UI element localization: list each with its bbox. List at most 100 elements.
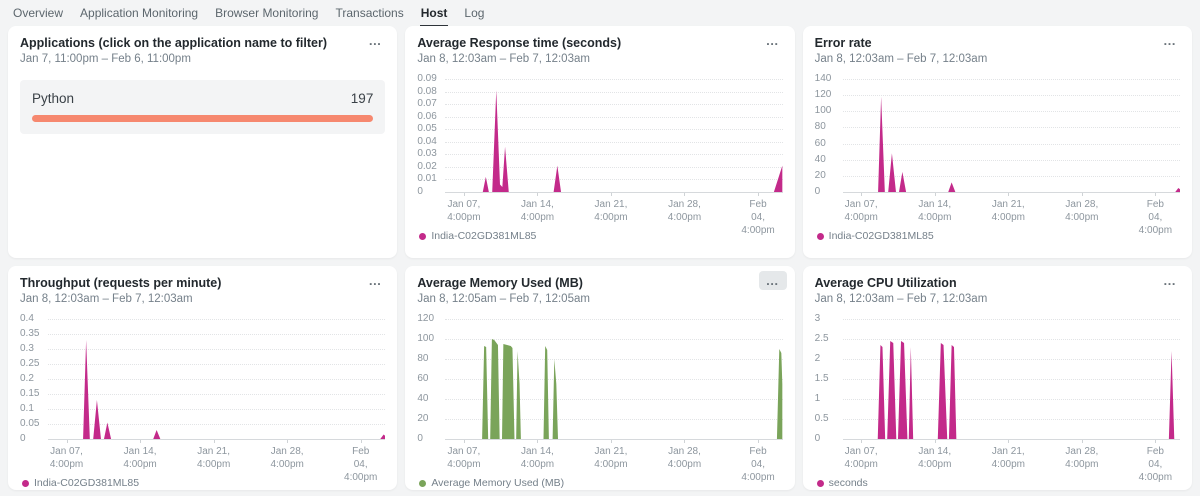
panel-title: Average CPU Utilization	[815, 276, 1180, 290]
legend: India-C02GD381ML85	[22, 477, 385, 489]
y-axis-label: 40	[417, 394, 428, 404]
legend: Average Memory Used (MB)	[419, 477, 782, 489]
series-area	[843, 79, 1180, 192]
legend: seconds	[817, 477, 1180, 489]
panel-applications: Applications (click on the application n…	[8, 26, 397, 258]
x-tick-mark	[1008, 193, 1009, 196]
application-count: 197	[351, 91, 374, 106]
panel-title: Error rate	[815, 36, 1180, 50]
x-tick-mark	[361, 440, 362, 443]
y-axis-label: 3	[815, 314, 821, 324]
ellipsis-icon: …	[368, 33, 382, 48]
x-tick-mark	[861, 440, 862, 443]
series-area	[843, 319, 1180, 439]
series-area	[445, 319, 782, 439]
x-axis: Jan 07, 4:00pmJan 14, 4:00pmJan 21, 4:00…	[843, 439, 1180, 469]
more-options-button[interactable]: …	[361, 31, 389, 50]
y-axis-label: 0.04	[417, 137, 436, 147]
panel-average-response-time: Average Response time (seconds) Jan 8, 1…	[405, 26, 794, 258]
panel-date-range: Jan 8, 12:03am – Feb 7, 12:03am	[815, 293, 1180, 305]
panel-throughput: Throughput (requests per minute) Jan 8, …	[8, 266, 397, 490]
y-axis-label: 140	[815, 74, 832, 84]
x-tick-mark	[758, 440, 759, 443]
y-axis-label: 0	[20, 434, 26, 444]
x-axis-label: Jan 07, 4:00pm	[50, 445, 83, 471]
application-row-python[interactable]: Python 197	[20, 80, 385, 134]
plot-area	[48, 319, 385, 439]
x-axis-label: Jan 14, 4:00pm	[918, 198, 951, 224]
panel-title: Throughput (requests per minute)	[20, 276, 385, 290]
more-options-button[interactable]: …	[361, 271, 389, 290]
panel-date-range: Jan 8, 12:03am – Feb 7, 12:03am	[815, 53, 1180, 65]
plot-area	[843, 79, 1180, 192]
tab-transactions[interactable]: Transactions	[334, 6, 404, 25]
panel-average-cpu-utilization: Average CPU Utilization Jan 8, 12:03am –…	[803, 266, 1192, 490]
x-tick-mark	[214, 440, 215, 443]
x-tick-mark	[861, 193, 862, 196]
more-options-button[interactable]: …	[1156, 271, 1184, 290]
x-axis-label: Jan 28, 4:00pm	[270, 445, 303, 471]
x-axis-label: Jan 14, 4:00pm	[918, 445, 951, 471]
tab-host[interactable]: Host	[420, 6, 449, 27]
x-axis-label: Jan 28, 4:00pm	[668, 445, 701, 471]
more-options-button[interactable]: …	[759, 31, 787, 50]
y-axis-label: 80	[815, 122, 826, 132]
y-axis-label: 1.5	[815, 374, 829, 384]
tab-log[interactable]: Log	[463, 6, 485, 25]
ellipsis-icon: …	[766, 273, 780, 288]
error-rate-chart: 140120100806040200Jan 07, 4:00pmJan 14, …	[815, 79, 1180, 242]
x-tick-mark	[611, 193, 612, 196]
y-axis-label: 0.07	[417, 99, 436, 109]
series-area	[445, 79, 782, 192]
response-time-chart: 0.090.080.070.060.050.040.030.020.010Jan…	[417, 79, 782, 242]
more-options-button[interactable]: …	[759, 271, 787, 290]
legend-dot	[817, 233, 824, 240]
y-axis-label: 40	[815, 155, 826, 165]
x-axis: Jan 07, 4:00pm Jan 14, 4:00pm Jan 21, 4:00…	[445, 439, 782, 469]
y-axis: 140120100806040200	[815, 79, 843, 192]
x-axis-label: Jan 21, 4:00pm	[594, 445, 627, 471]
tab-overview[interactable]: Overview	[12, 6, 64, 25]
x-axis: Jan 07, 4:00pmJan 14, 4:00pmJan 21, 4:00…	[48, 439, 385, 469]
y-axis: 120100806040200	[417, 319, 445, 439]
legend: India-C02GD381ML85	[419, 230, 782, 242]
legend-label: seconds	[829, 477, 868, 489]
x-tick-mark	[611, 440, 612, 443]
tab-application-monitoring[interactable]: Application Monitoring	[79, 6, 199, 25]
x-axis-label: Jan 07, 4:00pm	[447, 198, 480, 224]
cpu-chart: 32.521.510.50Jan 07, 4:00pmJan 14, 4:00p…	[815, 319, 1180, 489]
legend-dot	[817, 480, 824, 487]
x-axis-label: Jan 07, 4:00pm	[447, 445, 480, 471]
application-name[interactable]: Python	[32, 91, 74, 106]
y-axis-label: 80	[417, 354, 428, 364]
x-tick-mark	[935, 193, 936, 196]
plot-area	[843, 319, 1180, 439]
more-options-button[interactable]: …	[1156, 31, 1184, 50]
x-axis-label: Jan 07, 4:00pm	[845, 445, 878, 471]
x-tick-mark	[684, 193, 685, 196]
y-axis-label: 0.35	[20, 329, 39, 339]
panel-title: Average Response time (seconds)	[417, 36, 782, 50]
panel-average-memory-used: Average Memory Used (MB) Jan 8, 12:05am …	[405, 266, 794, 490]
panel-date-range: Jan 8, 12:05am – Feb 7, 12:05am	[417, 293, 782, 305]
x-tick-mark	[1082, 193, 1083, 196]
memory-chart: 120100806040200Jan 07, 4:00pm Jan 14, 4:0…	[417, 319, 782, 489]
chart-body: 120100806040200	[417, 319, 782, 439]
x-axis-label: Jan 14, 4:00pm	[521, 445, 554, 471]
legend-label: India-C02GD381ML85	[431, 230, 536, 242]
plot-area	[445, 79, 782, 192]
ellipsis-icon: …	[368, 273, 382, 288]
x-axis-label: Jan 28, 4:00pm	[1065, 198, 1098, 224]
y-axis-label: 2	[815, 354, 821, 364]
x-tick-mark	[1082, 440, 1083, 443]
legend-label: India-C02GD381ML85	[829, 230, 934, 242]
y-axis-label: 0.05	[417, 124, 436, 134]
y-axis-label: 0.15	[20, 389, 39, 399]
x-axis-label: Jan 21, 4:00pm	[594, 198, 627, 224]
y-axis-label: 2.5	[815, 334, 829, 344]
series-area	[48, 319, 385, 439]
x-axis-label: Feb 04, 4:00pm	[741, 445, 774, 484]
x-tick-mark	[684, 440, 685, 443]
tab-browser-monitoring[interactable]: Browser Monitoring	[214, 6, 319, 25]
x-tick-mark	[1155, 440, 1156, 443]
